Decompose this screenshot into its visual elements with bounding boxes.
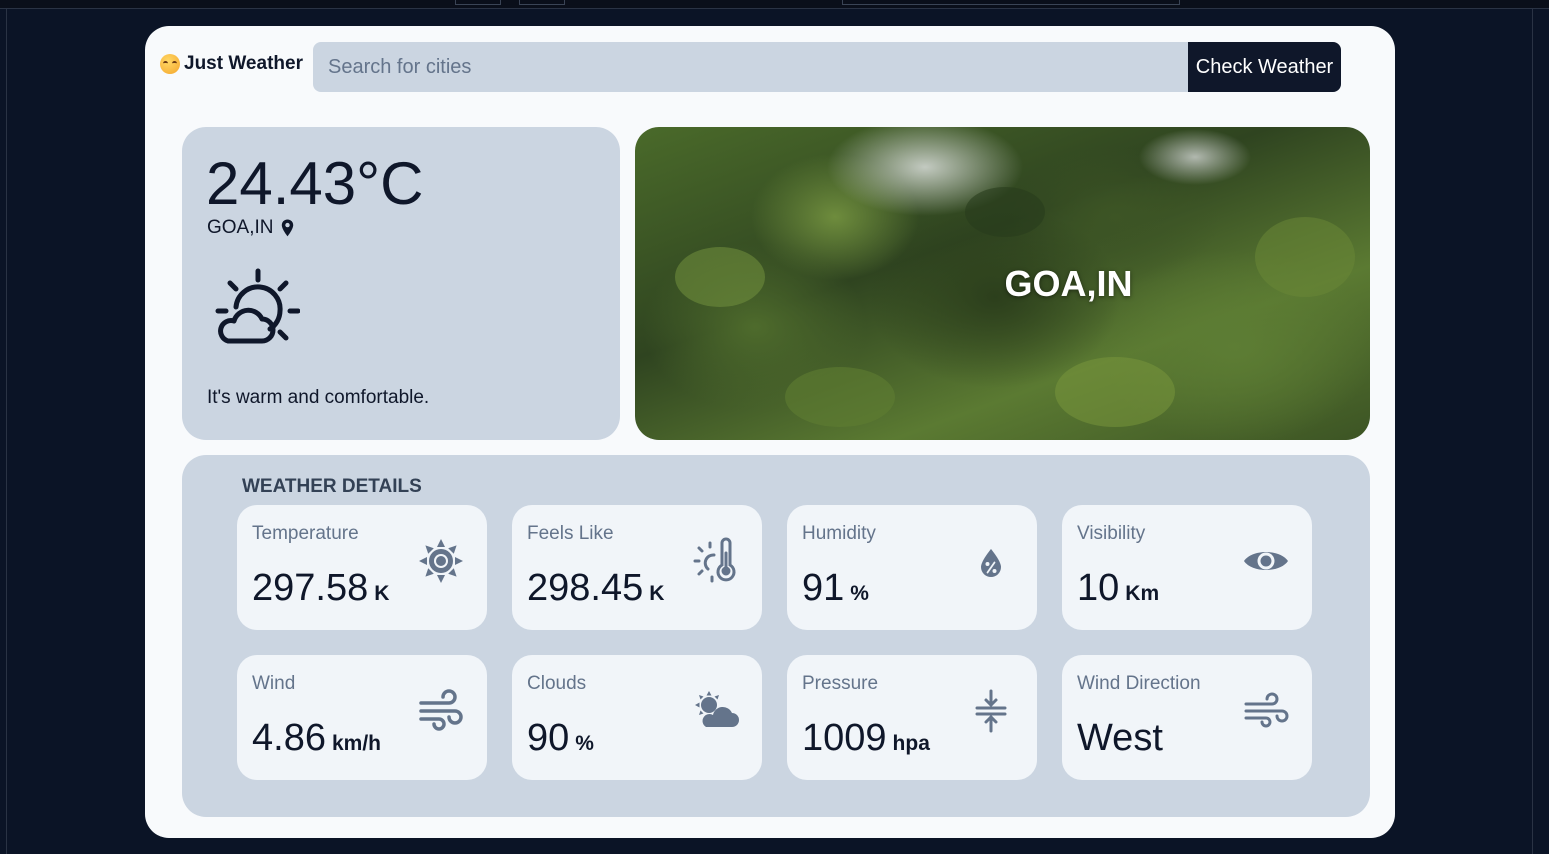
tile-label: Clouds xyxy=(527,673,587,694)
detail-tile-pressure: Pressure 1009 hpa xyxy=(787,655,1037,780)
wind-direction-icon xyxy=(1244,692,1289,728)
detail-tile-wind: Wind 4.86 km/h xyxy=(237,655,487,780)
tile-value: 298.45 K xyxy=(527,567,665,609)
map-pin-icon xyxy=(281,219,293,237)
window-edge xyxy=(6,9,7,854)
tile-label: Visibility xyxy=(1077,523,1146,544)
browser-top-strip xyxy=(0,0,1549,9)
tile-value: 4.86 km/h xyxy=(252,717,381,759)
tile-label: Wind Direction xyxy=(1077,673,1201,694)
details-title: WEATHER DETAILS xyxy=(242,476,422,497)
toolbar-fragment xyxy=(519,0,565,5)
photo-city-label: GOA,IN xyxy=(1004,262,1133,304)
window-edge xyxy=(1532,9,1533,854)
city-search-input[interactable] xyxy=(313,42,1189,92)
app-title: Just Weather xyxy=(184,53,303,74)
current-location: GOA,IN xyxy=(207,217,294,239)
check-weather-button[interactable]: Check Weather xyxy=(1188,42,1341,92)
tile-value: 91% xyxy=(802,567,869,609)
tile-value: 90% xyxy=(527,717,594,759)
tile-label: Temperature xyxy=(252,523,359,544)
wind-icon xyxy=(419,689,463,731)
toolbar-fragment xyxy=(842,0,1180,5)
humidity-drop-icon xyxy=(981,549,1001,577)
tile-value: West xyxy=(1077,717,1163,759)
tile-value: 1009 hpa xyxy=(802,717,930,759)
detail-tile-visibility: Visibility 10 Km xyxy=(1062,505,1312,630)
tile-label: Feels Like xyxy=(527,523,614,544)
app-brand: Just Weather xyxy=(160,52,303,76)
partly-cloudy-sun-icon xyxy=(215,268,300,344)
thermometer-sun-icon xyxy=(693,537,736,583)
tile-value: 297.58 K xyxy=(252,567,390,609)
sun-icon xyxy=(419,539,463,583)
detail-tile-humidity: Humidity 91% xyxy=(787,505,1037,630)
current-weather-panel: 24.43°C GOA,IN It's warm and comfortable… xyxy=(182,127,620,440)
current-temperature: 24.43°C xyxy=(206,150,424,217)
location-label: GOA,IN xyxy=(207,217,274,238)
tile-label: Humidity xyxy=(802,523,876,544)
toolbar-fragment xyxy=(455,0,501,5)
detail-tile-feels-like: Feels Like 298.45 K xyxy=(512,505,762,630)
detail-tile-wind-direction: Wind Direction West xyxy=(1062,655,1312,780)
detail-tile-clouds: Clouds 90% xyxy=(512,655,762,780)
smiling-sun-emoji-icon xyxy=(160,54,180,74)
tile-value: 10 Km xyxy=(1077,567,1160,609)
cloud-sun-icon xyxy=(695,691,739,727)
pressure-compress-icon xyxy=(975,689,1007,733)
tile-label: Wind xyxy=(252,673,296,694)
weather-details-panel: WEATHER DETAILS Temperature 297.58 K Feel… xyxy=(182,455,1370,817)
eye-icon xyxy=(1244,552,1288,570)
city-photo: GOA,IN xyxy=(635,127,1370,440)
tile-label: Pressure xyxy=(802,673,879,694)
weather-description: It's warm and comfortable. xyxy=(207,387,430,408)
detail-tile-temperature: Temperature 297.58 K xyxy=(237,505,487,630)
